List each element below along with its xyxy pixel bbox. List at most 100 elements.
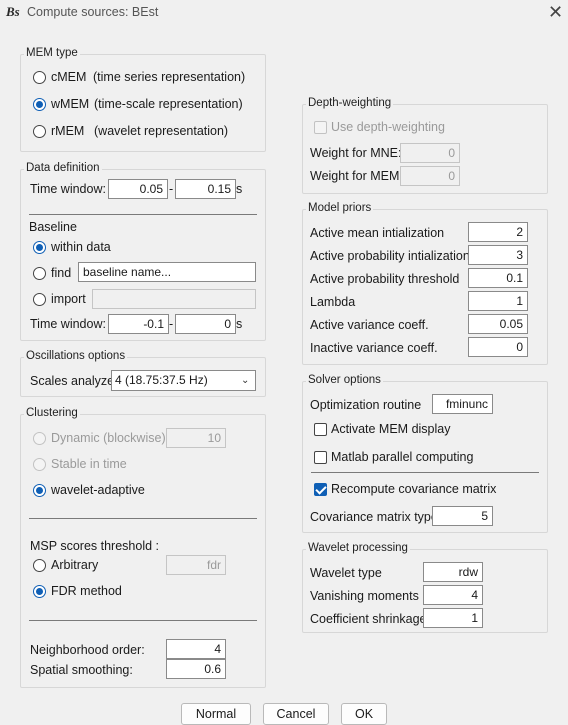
prior-label: Active variance coeff. [310,318,429,332]
time-start-input[interactable]: 0.05 [108,179,168,199]
cmem-radio[interactable] [33,71,46,84]
wavelet-type-label: Wavelet type [310,566,382,580]
prior-input[interactable]: 0 [468,337,528,357]
use-depth-weighting-label: Use depth-weighting [331,120,445,134]
spatial-smoothing-label: Spatial smoothing: [30,663,133,677]
weight-mne-input: 0 [400,143,460,163]
depth-weighting-title: Depth-weighting [306,97,394,109]
neighborhood-input[interactable]: 4 [166,639,226,659]
import-label[interactable]: import [51,292,86,306]
baseline-start-input[interactable]: -0.1 [108,314,169,334]
arbitrary-radio[interactable] [33,559,46,572]
parallel-checkbox[interactable] [314,451,327,464]
fdr-method-label[interactable]: FDR method [51,584,122,598]
arbitrary-label[interactable]: Arbitrary [51,558,98,572]
scales-value: 4 (18.75:37.5 Hz) [115,373,208,387]
import-input [92,289,256,309]
scales-select[interactable]: 4 (18.75:37.5 Hz) [111,370,256,391]
vanishing-label: Vanishing moments [310,589,419,603]
time-window-label: Time window: [30,182,106,196]
oscillations-title: Oscillations options [24,350,128,362]
stable-label: Stable in time [51,457,127,471]
mem-type-title: MEM type [24,47,80,59]
msp-title: MSP scores threshold : [30,539,159,553]
dynamic-input: 10 [166,428,226,448]
ok-button[interactable]: OK [341,703,387,725]
import-radio[interactable] [33,293,46,306]
normal-button[interactable]: Normal [181,703,251,725]
prior-input[interactable]: 0.05 [468,314,528,334]
wmem-desc: (time-scale representation) [94,97,243,111]
within-data-radio[interactable] [33,241,46,254]
wavelet-adaptive-radio[interactable] [33,484,46,497]
prior-label: Inactive variance coeff. [310,341,438,355]
optimization-label: Optimization routine [310,398,422,412]
prior-input[interactable]: 0.1 [468,268,528,288]
time-end-input[interactable]: 0.15 [175,179,236,199]
prior-label: Lambda [310,295,356,309]
time-unit: s [236,182,243,196]
use-depth-weighting-checkbox [314,121,327,134]
rmem-radio[interactable] [33,125,46,138]
recompute-cov-checkbox[interactable] [314,483,327,496]
cmem-label[interactable]: cMEM [51,70,86,84]
find-label[interactable]: find [51,266,71,280]
prior-input[interactable]: 3 [468,245,528,265]
baseline-title: Baseline [29,220,77,234]
wmem-radio[interactable] [33,98,46,111]
window-title: Compute sources: BEst [27,5,159,19]
prior-label: Active probability threshold [310,272,460,286]
rmem-label[interactable]: rMEM [51,124,84,138]
cov-type-label: Covariance matrix type [310,510,438,524]
model-priors-title: Model priors [306,202,374,214]
weight-mem-label: Weight for MEM: [310,169,403,183]
activate-display-label[interactable]: Activate MEM display [331,422,450,436]
cmem-desc: (time series representation) [93,70,246,84]
vanishing-input[interactable]: 4 [423,585,483,605]
prior-label: Active mean intialization [310,226,445,240]
baseline-name-input[interactable]: baseline name... [78,262,256,282]
wavelet-type-input[interactable]: rdw [423,562,483,582]
baseline-end-input[interactable]: 0 [175,314,236,334]
fdr-method-radio[interactable] [33,585,46,598]
wmem-label[interactable]: wMEM [51,97,89,111]
find-radio[interactable] [33,267,46,280]
baseline-time-label: Time window: [30,317,106,331]
cov-type-input[interactable]: 5 [432,506,493,526]
within-data-label[interactable]: within data [51,240,111,254]
dynamic-radio [33,432,46,445]
wavelet-adaptive-label[interactable]: wavelet-adaptive [51,483,145,497]
close-icon[interactable]: ✕ [548,2,563,23]
weight-mem-input: 0 [400,166,460,186]
prior-input[interactable]: 1 [468,291,528,311]
stable-radio [33,458,46,471]
parallel-label[interactable]: Matlab parallel computing [331,450,473,464]
clustering-separator-1 [29,518,257,519]
solver-title: Solver options [306,374,383,386]
optimization-input[interactable]: fminunc [432,394,493,414]
chevron-down-icon[interactable]: ⌄ [241,375,249,386]
rmem-desc: (wavelet representation) [94,124,229,138]
baseline-separator [29,214,257,215]
clustering-separator-2 [29,620,257,621]
solver-separator [311,472,539,473]
arbitrary-input: fdr [166,555,226,575]
wavelet-title: Wavelet processing [306,542,410,554]
activate-display-checkbox[interactable] [314,423,327,436]
data-definition-title: Data definition [24,162,102,174]
neighborhood-label: Neighborhood order: [30,643,145,657]
app-icon: Bs [6,4,20,19]
time-dash: - [169,182,174,196]
shrinkage-label: Coefficient shrinkage [310,612,427,626]
baseline-unit: s [236,317,243,331]
cancel-button[interactable]: Cancel [263,703,329,725]
spatial-smoothing-input[interactable]: 0.6 [166,659,226,679]
dynamic-label: Dynamic (blockwise) [51,431,166,445]
scales-label: Scales analyzed [30,374,122,388]
baseline-dash: - [169,317,174,331]
prior-label: Active probability intialization [310,249,470,263]
clustering-title: Clustering [24,407,80,419]
shrinkage-input[interactable]: 1 [423,608,483,628]
prior-input[interactable]: 2 [468,222,528,242]
recompute-cov-label[interactable]: Recompute covariance matrix [331,482,496,496]
